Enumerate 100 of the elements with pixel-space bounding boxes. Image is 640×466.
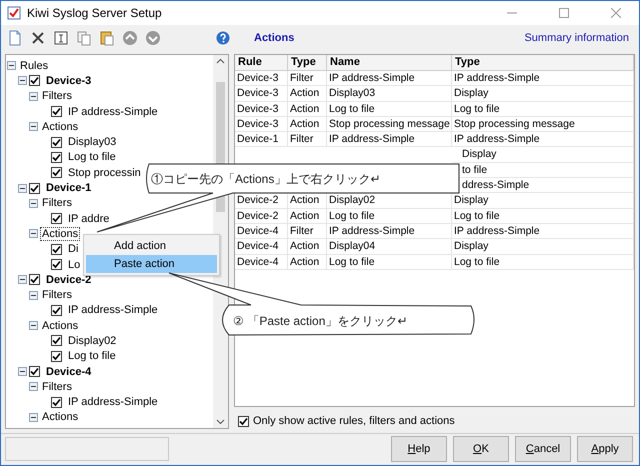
rename-icon[interactable]: [53, 30, 69, 46]
tree-checkbox[interactable]: [51, 152, 62, 163]
table-cell: Device-3: [235, 71, 288, 86]
tree-checkbox[interactable]: [51, 167, 62, 178]
table-cell: Display: [452, 193, 634, 209]
tree-checkbox[interactable]: [29, 274, 40, 286]
table-cell: Action: [288, 86, 327, 102]
callout-text: ①コピー先の「Actions」上で右クリック↵: [151, 171, 380, 188]
tree-item[interactable]: Filters: [40, 288, 74, 302]
table-cell: Display03: [327, 86, 452, 102]
tree-item[interactable]: Display02: [66, 334, 118, 348]
scroll-up-icon[interactable]: [216, 58, 225, 64]
tree-item[interactable]: Actions: [40, 226, 80, 241]
tree-checkbox[interactable]: [51, 259, 62, 270]
tree-checkbox[interactable]: [51, 136, 62, 148]
table-cell: Device-4: [235, 224, 288, 240]
close-icon[interactable]: [611, 8, 621, 18]
table-cell: Device-4: [235, 254, 288, 270]
collapse-icon[interactable]: [18, 367, 27, 376]
table-cell: Display: [452, 86, 634, 102]
window-title: Kiwi Syslog Server Setup: [27, 6, 163, 20]
tree-item[interactable]: Device-3: [44, 74, 94, 88]
table-cell: Log to file: [327, 208, 452, 224]
tree-item[interactable]: Display03: [66, 135, 118, 150]
menu-item[interactable]: Add action: [86, 237, 217, 255]
dialog-button[interactable]: Help: [391, 436, 447, 462]
table-cell: IP address-Simple: [452, 71, 634, 86]
table-cell: Filter: [288, 71, 327, 86]
tree-checkbox[interactable]: [29, 75, 40, 86]
maximize-icon[interactable]: [559, 8, 569, 18]
collapse-icon[interactable]: [29, 92, 38, 101]
table-cell: IP address-Simple: [452, 132, 634, 148]
tree-item[interactable]: Device-1: [44, 181, 94, 196]
dialog-button[interactable]: OK: [453, 436, 509, 462]
scroll-down-icon[interactable]: [216, 419, 225, 425]
tree-checkbox[interactable]: [29, 366, 40, 378]
collapse-icon[interactable]: [29, 229, 38, 238]
collapse-icon[interactable]: [18, 76, 27, 86]
table-cell: Log to file: [452, 102, 634, 117]
tree-checkbox[interactable]: [51, 304, 62, 316]
table-cell: Device-4: [235, 239, 288, 255]
delete-icon[interactable]: [30, 30, 46, 46]
tree-item[interactable]: Stop processin: [66, 166, 143, 180]
tree-item[interactable]: Log to file: [66, 349, 118, 364]
tree-item[interactable]: Device-2: [44, 272, 94, 287]
menu-item[interactable]: Paste action: [86, 255, 217, 273]
collapse-icon[interactable]: [29, 198, 38, 208]
paste-icon[interactable]: [99, 30, 115, 46]
tree-checkbox[interactable]: [51, 396, 62, 408]
tree-item[interactable]: Rules: [18, 58, 50, 73]
tree-checkbox[interactable]: [51, 213, 62, 224]
collapse-icon[interactable]: [29, 412, 38, 422]
dialog-button[interactable]: Cancel: [515, 436, 571, 462]
tree-checkbox[interactable]: [51, 335, 62, 346]
tree-item[interactable]: Lo: [66, 258, 82, 272]
tree-item[interactable]: IP address-Simple: [66, 395, 160, 410]
tree-checkbox[interactable]: [51, 350, 62, 362]
tree-item[interactable]: Device-4: [44, 364, 94, 379]
collapse-icon[interactable]: [7, 61, 16, 70]
copy-icon[interactable]: [76, 30, 92, 46]
table-cell: Stop processing message: [452, 116, 634, 132]
help-icon[interactable]: [215, 30, 231, 46]
tree-item[interactable]: IP address-Simple: [66, 104, 160, 119]
tree-item[interactable]: Filters: [40, 380, 74, 394]
table-cell: Filter: [288, 224, 327, 240]
checkbox-label: Only show active rules, filters and actions: [253, 415, 455, 427]
tree-checkbox[interactable]: [29, 182, 40, 194]
column-header[interactable]: Type: [288, 55, 327, 71]
tree-item[interactable]: Actions: [40, 318, 80, 333]
collapse-icon[interactable]: [18, 275, 27, 284]
table-cell: Action: [288, 239, 327, 255]
collapse-icon[interactable]: [29, 122, 38, 132]
column-header[interactable]: Rule: [235, 55, 288, 71]
new-document-icon[interactable]: [7, 30, 23, 46]
tree-item[interactable]: Filters: [40, 196, 74, 210]
summary-link[interactable]: Summary information: [524, 32, 629, 44]
tree-item[interactable]: Actions: [40, 120, 80, 134]
tree-checkbox[interactable]: [51, 244, 62, 255]
dialog-button[interactable]: Apply: [577, 436, 633, 462]
collapse-icon[interactable]: [18, 184, 27, 193]
table-cell: Device-3: [235, 116, 288, 132]
active-only-checkbox[interactable]: [238, 416, 249, 426]
table-cell: Display: [452, 147, 634, 163]
tree-item[interactable]: IP addre: [66, 212, 112, 226]
collapse-icon[interactable]: [29, 290, 38, 300]
table-cell: Device-3: [235, 102, 288, 117]
column-header[interactable]: Name: [327, 55, 452, 71]
tree-item[interactable]: IP address-Simple: [66, 303, 160, 318]
collapse-icon[interactable]: [29, 321, 38, 330]
tree-checkbox[interactable]: [51, 106, 62, 118]
table-cell: Log to file: [452, 254, 634, 270]
tree-item[interactable]: Filters: [40, 89, 74, 104]
collapse-icon[interactable]: [29, 382, 38, 392]
table-cell: Log to file: [327, 254, 452, 270]
column-header[interactable]: Type: [452, 55, 634, 71]
tree-item[interactable]: Actions: [40, 410, 80, 424]
table-cell: Log to file: [452, 208, 634, 224]
tree-item[interactable]: Log to file: [66, 150, 118, 164]
tree-item[interactable]: Di: [66, 242, 80, 256]
table-cell: Action: [288, 102, 327, 117]
